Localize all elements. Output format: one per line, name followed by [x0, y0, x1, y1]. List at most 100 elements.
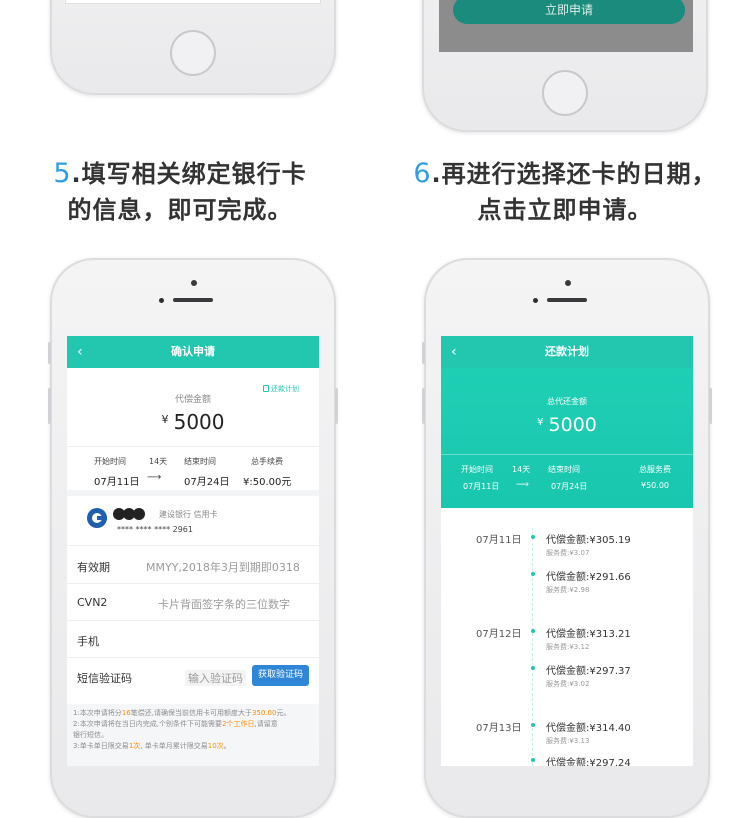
expiry-input[interactable]: MMYY,2018年3月到期即0318	[146, 559, 300, 575]
speaker-grille	[547, 298, 587, 302]
end-date: 07月24日	[184, 477, 230, 488]
repay-amount: 代偿金额:¥291.66	[546, 572, 631, 583]
plan-topbar: ‹ 还款计划	[441, 336, 693, 368]
get-code-button[interactable]: 获取验证码	[252, 665, 309, 686]
start-label: 开始时间	[461, 465, 493, 474]
plan-screen: ‹ 还款计划 总代还金额 ¥ 5000 开始时间 14天 结束时间 总服务费 0…	[441, 336, 693, 766]
confirm-topbar: ‹ 确认申请	[67, 336, 319, 368]
phone-label: 手机	[77, 635, 99, 648]
card-holder-mask	[113, 505, 145, 524]
start-date: 07月11日	[94, 477, 140, 488]
end-label: 结束时间	[548, 465, 580, 474]
sensor-dot	[533, 298, 538, 303]
confirm-screen: ‹ 确认申请 还款计划 代偿金额 ¥ 5000 开始时间 14天 结束时间 总手…	[67, 336, 319, 766]
arrow-icon: ⟶	[147, 472, 162, 483]
cvn2-label: CVN2	[77, 596, 108, 609]
cvn2-field[interactable]: CVN2 卡片背面签字条的三位数字	[67, 585, 319, 621]
total-number: 5000	[548, 414, 597, 436]
note-1: 1:本次申请将分16笔偿还,请确保当前信用卡可用额度大于350.00元。	[73, 709, 291, 717]
speaker-grille	[173, 298, 213, 302]
back-icon[interactable]: ‹	[451, 336, 457, 368]
sms-code-field[interactable]: 短信验证码 输入验证码 获取验证码	[67, 659, 319, 695]
side-button	[335, 388, 338, 424]
period-summary: 开始时间 14天 结束时间 总手续费 07月11日 ⟶ 07月24日 ¥:50.…	[67, 446, 319, 490]
side-button	[48, 388, 51, 424]
notes-box: 1:本次申请将分16笔偿还,请确保当前信用卡可用额度大于350.00元。 2:本…	[67, 704, 319, 766]
cvn2-input[interactable]: 卡片背面签字条的三位数字	[158, 596, 290, 612]
currency-symbol: ¥	[161, 413, 169, 426]
apply-button[interactable]: 立即申请	[453, 0, 685, 24]
timeline: 07月11日 代偿金额:¥305.19 服务费:¥3.07 代偿金额:¥291.…	[441, 508, 693, 766]
arrow-icon: ⟶	[516, 480, 529, 490]
side-button	[709, 388, 712, 424]
timeline-dot	[531, 572, 535, 576]
repay-amount: 代偿金额:¥314.40	[546, 723, 631, 734]
ccb-logo-icon	[87, 508, 107, 528]
currency-symbol: ¥	[537, 417, 544, 428]
repay-amount: 代偿金额:¥297.37	[546, 666, 631, 677]
timeline-dot	[531, 535, 535, 539]
page-title: 确认申请	[171, 345, 215, 358]
caption-step-6-line1: 6.再进行选择还卡的日期，	[413, 158, 717, 189]
top-left-screen	[65, 0, 321, 4]
service-value: ¥50.00	[641, 481, 669, 490]
timeline-dot	[531, 723, 535, 727]
plan-summary-divider	[441, 454, 693, 455]
service-fee: 服务费:¥2.98	[546, 586, 590, 594]
card-number: **** **** **** 2961	[117, 525, 193, 534]
service-fee: 服务费:¥3.13	[546, 737, 590, 745]
note-2-cont: 银行短信。	[73, 731, 108, 739]
days-label: 14天	[149, 457, 168, 466]
sms-code-input[interactable]: 输入验证码	[185, 670, 246, 686]
camera-icon	[565, 280, 571, 286]
days-label: 14天	[512, 465, 531, 474]
caption-step-5-line2: 的信息，即可完成。	[67, 196, 293, 224]
side-button	[422, 342, 425, 364]
timeline-dot	[531, 629, 535, 633]
repay-amount: 代偿金额:¥313.21	[546, 629, 631, 640]
end-date: 07月24日	[551, 482, 588, 491]
expiry-label: 有效期	[77, 561, 110, 574]
top-left-phone	[50, 0, 336, 95]
top-right-screen: 立即申请	[439, 0, 693, 52]
caption-step-5: 5.填写相关绑定银行卡 的信息，即可完成。	[20, 156, 340, 228]
top-right-phone: 立即申请	[422, 0, 708, 132]
expiry-field[interactable]: 有效期 MMYY,2018年3月到期即0318	[67, 548, 319, 584]
caption-step-5-line1: 5.填写相关绑定银行卡	[53, 158, 307, 189]
side-button	[48, 342, 51, 364]
caption-step-6-line2: 点击立即申请。	[477, 196, 653, 224]
repay-amount: 代偿金额:¥297.24	[546, 758, 631, 766]
start-date: 07月11日	[463, 482, 500, 491]
back-icon[interactable]: ‹	[77, 336, 83, 368]
bank-card[interactable]: 建设银行 信用卡 **** **** **** 2961	[67, 496, 319, 546]
plan-summary: 总代还金额 ¥ 5000 开始时间 14天 结束时间 总服务费 07月11日 ⟶…	[441, 368, 693, 508]
end-label: 结束时间	[184, 457, 216, 466]
amount-label: 代偿金额	[174, 395, 211, 405]
service-fee: 服务费:¥3.07	[546, 549, 590, 557]
home-button	[542, 70, 588, 116]
total-label: 总代还金额	[547, 397, 587, 406]
sensor-dot	[159, 298, 164, 303]
amount-value: ¥ 5000	[67, 410, 319, 434]
phone-field[interactable]: 手机	[67, 622, 319, 658]
fee-label: 总手续费	[251, 457, 283, 466]
confirm-phone: ‹ 确认申请 还款计划 代偿金额 ¥ 5000 开始时间 14天 结束时间 总手…	[48, 258, 338, 818]
timeline-date: 07月12日	[476, 629, 522, 640]
timeline-date: 07月13日	[476, 723, 522, 734]
timeline-line	[532, 528, 533, 766]
timeline-dot	[531, 666, 535, 670]
service-label: 总服务费	[639, 465, 671, 474]
bank-name: 建设银行 信用卡	[159, 510, 218, 519]
plan-phone: ‹ 还款计划 总代还金额 ¥ 5000 开始时间 14天 结束时间 总服务费 0…	[422, 258, 712, 818]
camera-icon	[191, 280, 197, 286]
total-value: ¥ 5000	[441, 414, 693, 436]
home-button	[170, 30, 216, 76]
caption-step-6: 6.再进行选择还卡的日期， 点击立即申请。	[395, 156, 735, 228]
sms-code-label: 短信验证码	[77, 672, 132, 685]
page-title: 还款计划	[545, 345, 589, 358]
amount-number: 5000	[173, 410, 225, 434]
service-fee: 服务费:¥3.12	[546, 643, 590, 651]
repay-amount: 代偿金额:¥305.19	[546, 535, 631, 546]
service-fee: 服务费:¥3.02	[546, 680, 590, 688]
note-2: 2:本次申请将在当日内完成,个别条件下可能需要2个工作日,请留意	[73, 720, 278, 728]
